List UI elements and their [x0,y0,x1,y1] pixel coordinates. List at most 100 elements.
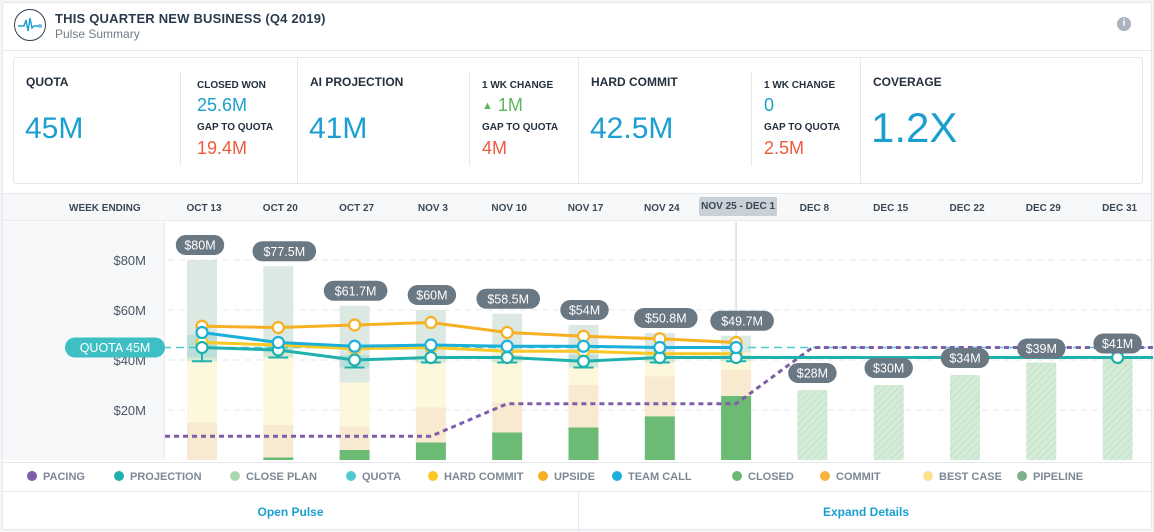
quota-value: 45M [25,112,84,145]
y-tick-label: $80M [113,253,146,268]
legend-item-commit[interactable]: COMMIT [820,471,881,483]
legend-item-upside[interactable]: UPSIDE [538,471,595,483]
gap-to-quota-label: GAP TO QUOTA [197,122,274,133]
legend-label: QUOTA [362,471,401,483]
total-label: $80M [184,239,215,253]
close-plan-label: $28M [797,367,828,381]
bar-closed [492,432,523,460]
bar-commit [263,425,294,458]
week-column-8[interactable]: DEC 8 [800,203,829,214]
divider [180,72,181,166]
week-column-5[interactable]: NOV 17 [568,203,604,214]
open-pulse-button[interactable]: Open Pulse [3,492,578,532]
week-column-1[interactable]: OCT 20 [263,203,298,214]
closed-won-value: 25.6M [197,95,248,115]
card-subtitle: Pulse Summary [55,27,140,41]
legend-item-best-case[interactable]: BEST CASE [923,471,1002,483]
legend-label: UPSIDE [554,471,595,483]
legend-label: PACING [43,471,85,483]
legend-swatch [346,471,356,481]
week-column-12[interactable]: DEC 31 [1102,203,1137,214]
total-label: $77.5M [263,245,305,259]
card-header: THIS QUARTER NEW BUSINESS (Q4 2019) Puls… [3,3,1151,51]
legend-item-quota[interactable]: QUOTA [346,471,401,483]
point-team-call [653,340,667,355]
close-plan-label: $34M [949,352,980,366]
kpi-panel: QUOTA 45M CLOSED WON 25.6M GAP TO QUOTA … [13,57,1143,184]
bar-close-plan [1026,362,1057,460]
hard-commit-value: 42.5M [590,112,674,145]
hc-1wk-change-value: 0 [764,95,775,115]
close-plan-label: $30M [873,362,904,376]
point-team-call [195,325,209,340]
week-column-3[interactable]: NOV 3 [418,203,448,214]
total-label: $54M [569,304,600,318]
divider [860,58,861,183]
bar-best-case [187,357,217,423]
total-label: $61.7M [335,284,377,298]
closed-won-label: CLOSED WON [197,80,266,91]
bar-closed [263,457,294,460]
point-team-call [576,339,591,353]
legend-swatch [428,471,438,481]
bar-closed [415,442,446,460]
legend-item-pipeline[interactable]: PIPELINE [1017,471,1083,483]
card-title: THIS QUARTER NEW BUSINESS (Q4 2019) [55,11,326,26]
bar-best-case [263,352,294,425]
coverage-label: COVERAGE [873,75,942,89]
bar-close-plan [797,390,828,460]
gap-to-quota-value: 2.5M [764,138,805,158]
legend-item-team-call[interactable]: TEAM CALL [612,471,692,483]
gap-to-quota-label: GAP TO QUOTA [482,122,559,133]
divider [751,72,752,166]
week-column-11[interactable]: DEC 29 [1026,203,1061,214]
legend-label: HARD COMMIT [444,471,524,483]
legend-swatch [114,471,124,481]
legend-swatch [538,471,548,481]
ai-projection-label: AI PROJECTION [310,75,404,89]
week-column-9[interactable]: DEC 15 [873,203,908,214]
legend-item-hard-commit[interactable]: HARD COMMIT [428,471,523,483]
legend-swatch [612,471,622,481]
y-tick-label: $20M [113,403,146,418]
info-icon[interactable]: i [1117,17,1131,31]
point-team-call [424,338,438,352]
legend-item-pacing[interactable]: PACING [27,471,85,483]
week-column-7[interactable]: NOV 25 - DEC 1 [699,197,778,216]
point-projection [1110,350,1125,365]
point-projection [500,350,514,365]
total-label: $50.8M [645,312,687,326]
week-column-2[interactable]: OCT 27 [339,203,374,214]
bar-commit [187,422,217,460]
y-tick-label: $60M [113,303,146,318]
legend-swatch [230,471,240,481]
legend-label: PROJECTION [130,471,202,483]
legend-swatch [732,471,742,481]
coverage-value: 1.2X [871,104,958,151]
divider [297,58,298,183]
week-column-0[interactable]: OCT 13 [186,203,221,214]
point-projection [348,353,362,367]
week-column-4[interactable]: NOV 10 [491,203,527,214]
point-team-call [348,339,362,353]
legend-item-close-plan[interactable]: CLOSE PLAN [230,471,317,483]
bar-closed [644,416,675,460]
card-footer: Open Pulse Expand Details [3,491,1153,532]
week-column-10[interactable]: DEC 22 [949,203,984,214]
bar-commit [339,426,370,450]
legend-swatch [27,471,37,481]
legend-label: CLOSE PLAN [246,471,317,483]
point-upside [348,318,362,332]
bar-commit [644,376,675,417]
bar-close-plan [873,385,904,460]
total-label: $49.7M [721,314,763,328]
bar-close-plan [950,375,980,460]
pulse-chart: $20M$40M$60M$80M$80M $77.5M$61.7M $60M $58.… [65,222,1153,460]
legend-item-projection[interactable]: PROJECTION [114,471,202,483]
legend-item-closed[interactable]: CLOSED [732,471,794,483]
up-arrow-icon: ▲ [482,100,493,112]
gap-to-quota-value: 4M [482,138,508,158]
expand-details-button[interactable]: Expand Details [579,492,1153,532]
hc-1wk-change-label: 1 WK CHANGE [764,80,836,91]
week-column-6[interactable]: NOV 24 [644,203,680,214]
